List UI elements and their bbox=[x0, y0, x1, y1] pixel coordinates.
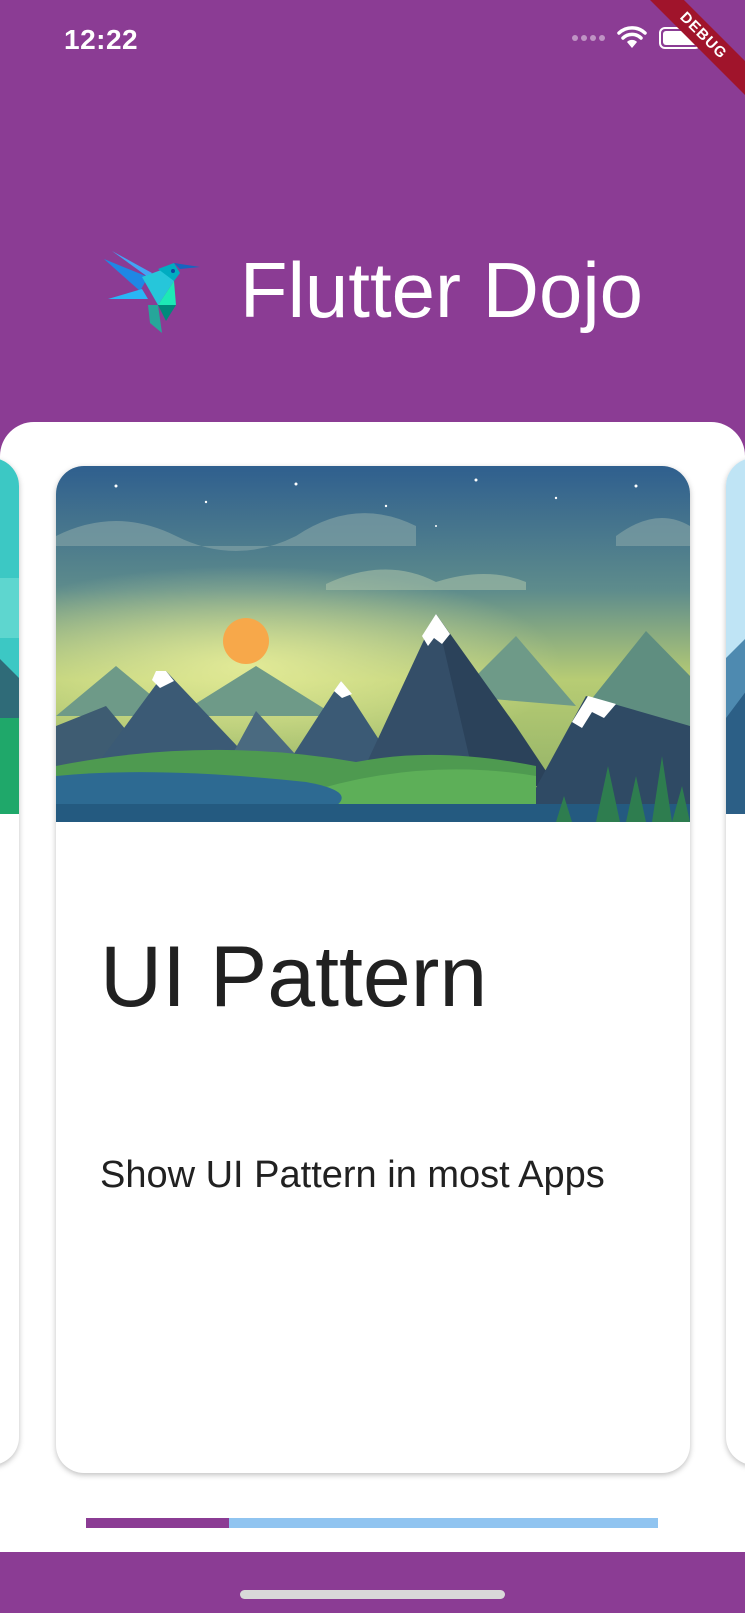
home-indicator[interactable] bbox=[240, 1590, 505, 1599]
app-header: Flutter Dojo bbox=[0, 230, 745, 350]
next-card-image bbox=[726, 458, 745, 814]
page-indicator-fill bbox=[86, 1518, 229, 1528]
hummingbird-logo-icon bbox=[103, 251, 200, 333]
content-sheet: UI Pattern Show UI Pattern in most Apps bbox=[0, 422, 745, 1552]
previous-card-image bbox=[0, 458, 19, 814]
wifi-icon bbox=[617, 26, 647, 48]
status-bar: 12:22 bbox=[0, 0, 745, 80]
carousel-card-current[interactable]: UI Pattern Show UI Pattern in most Apps bbox=[56, 466, 690, 1473]
signal-dots-icon bbox=[572, 35, 605, 41]
carousel-card-previous[interactable] bbox=[0, 458, 19, 1465]
carousel-card-next[interactable] bbox=[726, 458, 745, 1465]
card-title: UI Pattern bbox=[100, 929, 488, 1025]
mountain-landscape-illustration bbox=[56, 466, 690, 822]
page-indicator bbox=[86, 1518, 658, 1528]
status-icons bbox=[572, 26, 705, 50]
battery-icon bbox=[659, 27, 704, 49]
app-title: Flutter Dojo bbox=[239, 245, 644, 334]
status-time: 12:22 bbox=[64, 24, 139, 55]
app-screen: 12:22 DEBUG Flutter Dojo UI Pattern Show… bbox=[0, 0, 745, 1613]
card-description: Show UI Pattern in most Apps bbox=[100, 1154, 605, 1196]
